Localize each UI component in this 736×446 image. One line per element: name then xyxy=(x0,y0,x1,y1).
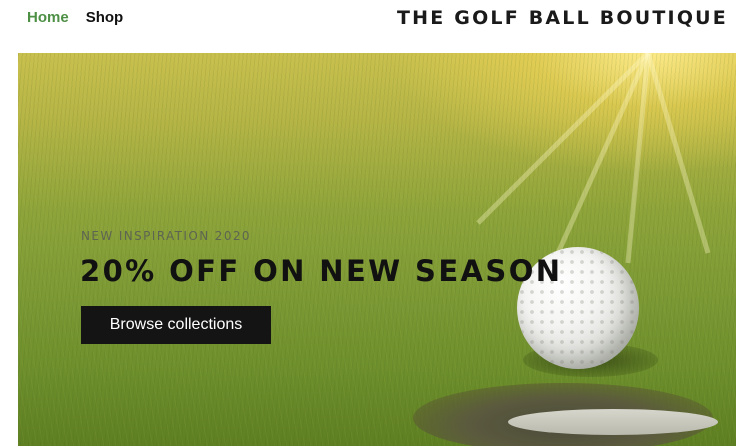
site-title[interactable]: THE GOLF BALL BOUTIQUE xyxy=(397,7,728,29)
main-nav: Home Shop xyxy=(27,9,123,27)
hero-banner: NEW INSPIRATION 2020 20% OFF ON NEW SEAS… xyxy=(18,53,736,446)
hero-headline: 20% OFF ON NEW SEASON xyxy=(80,254,563,288)
site-header: Home Shop THE GOLF BALL BOUTIQUE xyxy=(0,0,736,53)
hero-kicker: NEW INSPIRATION 2020 xyxy=(81,229,251,243)
golf-hole-rim xyxy=(508,409,718,435)
nav-item-shop[interactable]: Shop xyxy=(86,9,124,27)
nav-item-home[interactable]: Home xyxy=(27,9,69,27)
browse-collections-button[interactable]: Browse collections xyxy=(81,306,271,344)
